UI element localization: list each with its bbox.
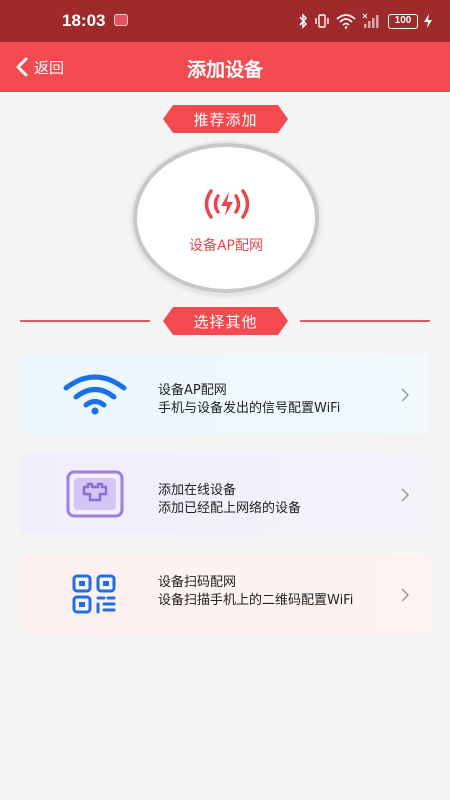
chevron-right-icon xyxy=(401,488,410,502)
option-ap-config[interactable]: 设备AP配网 手机与设备发出的信号配置WiFi xyxy=(20,354,430,434)
option-desc: 手机与设备发出的信号配置WiFi xyxy=(158,401,341,416)
chevron-right-icon xyxy=(401,388,410,402)
divider-left xyxy=(20,320,150,322)
ap-signal-icon xyxy=(204,189,250,219)
app-header: 返回 添加设备 xyxy=(0,42,450,92)
battery-icon: 100 xyxy=(388,13,418,29)
recommend-ribbon: 推荐添加 xyxy=(163,105,288,133)
option-scan-config[interactable]: 设备扫码配网 设备扫描手机上的二维码配置WiFi xyxy=(20,554,430,634)
others-ribbon-label: 选择其他 xyxy=(193,312,258,331)
charging-icon xyxy=(424,14,432,28)
battery-level: 100 xyxy=(388,13,418,29)
bluetooth-icon xyxy=(299,13,308,29)
status-bar: 18:03 100 xyxy=(0,0,450,42)
option-desc: 添加已经配上网络的设备 xyxy=(158,501,302,516)
wifi-icon xyxy=(336,14,356,29)
wifi-icon xyxy=(63,374,127,415)
option-desc: 设备扫描手机上的二维码配置WiFi xyxy=(158,593,354,608)
notification-app-icon xyxy=(114,14,128,26)
chevron-right-icon xyxy=(401,588,410,602)
option-title: 添加在线设备 xyxy=(158,483,237,498)
status-time: 18:03 xyxy=(62,11,106,30)
recommend-ribbon-label: 推荐添加 xyxy=(193,110,258,129)
recommend-label: 设备AP配网 xyxy=(188,238,264,254)
status-icons: 100 xyxy=(298,12,432,30)
recommend-ap-button[interactable]: 设备AP配网 xyxy=(133,143,319,293)
others-ribbon: 选择其他 xyxy=(163,307,288,335)
signal-icon xyxy=(362,13,379,28)
option-title: 设备AP配网 xyxy=(158,383,227,398)
router-icon xyxy=(66,470,124,518)
page-title: 添加设备 xyxy=(186,59,263,81)
divider-right xyxy=(300,320,430,322)
option-add-online-device[interactable]: 添加在线设备 添加已经配上网络的设备 xyxy=(20,454,430,534)
option-title: 设备扫码配网 xyxy=(158,575,237,590)
qr-code-icon xyxy=(72,574,116,614)
vibrate-icon xyxy=(315,14,329,28)
